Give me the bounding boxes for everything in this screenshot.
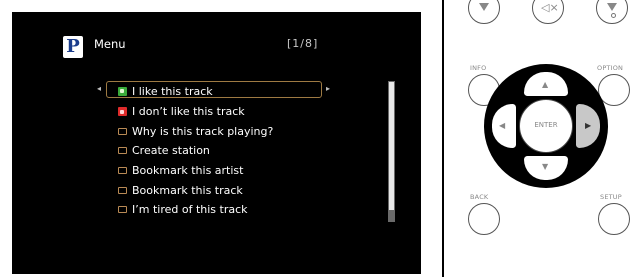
menu-item-icon	[118, 147, 127, 155]
menu-item-icon	[118, 186, 127, 194]
menu-item-label: Bookmark this track	[132, 183, 243, 197]
menu-item-label: Why is this track playing?	[132, 124, 274, 138]
nav-right-arrow-icon[interactable]: ▸	[326, 84, 330, 93]
mute-button[interactable]: ◁×	[532, 0, 564, 24]
dpad-left-button[interactable]: ◀	[492, 104, 516, 148]
menu-item-bookmark-artist[interactable]: Bookmark this artist	[118, 161, 273, 181]
right-arrow-icon: ▶	[585, 121, 592, 130]
down-triangle-icon	[607, 3, 617, 11]
thumbs-down-icon	[118, 107, 127, 117]
down-arrow-icon: ▼	[542, 162, 549, 171]
enter-button[interactable]: ENTER	[519, 99, 573, 153]
menu-list: I like this track I don’t like this trac…	[118, 82, 273, 220]
setup-label: SETUP	[600, 193, 622, 201]
page-indicator: [1/8]	[287, 37, 319, 50]
panel-divider	[442, 0, 444, 277]
back-label: BACK	[470, 193, 489, 201]
down-triangle-icon	[479, 3, 489, 11]
menu-item-bookmark-track[interactable]: Bookmark this track	[118, 180, 273, 200]
volume-down-button[interactable]	[596, 0, 628, 24]
channel-down-button[interactable]	[468, 0, 500, 24]
left-arrow-icon: ◀	[499, 121, 506, 130]
menu-item-label: Create station	[132, 144, 210, 158]
pandora-logo-icon: P	[63, 36, 83, 58]
menu-item-why-playing[interactable]: Why is this track playing?	[118, 121, 273, 141]
up-arrow-icon: ▲	[542, 80, 549, 89]
menu-item-label: Bookmark this artist	[132, 164, 244, 178]
back-button[interactable]	[468, 203, 500, 235]
menu-title: Menu	[94, 37, 126, 51]
menu-item-label: I like this track	[132, 85, 213, 99]
setup-button[interactable]	[598, 203, 630, 235]
menu-item-icon	[118, 127, 127, 135]
dot-icon	[611, 13, 616, 18]
menu-item-icon	[118, 206, 127, 214]
menu-item-icon	[118, 167, 127, 175]
dpad-down-button[interactable]: ▼	[524, 156, 568, 180]
remote-control: ◁× INFO OPTION ▲ ▼ ◀ ▶ ENTER BACK SETUP	[456, 0, 639, 277]
info-label: INFO	[470, 64, 487, 72]
option-label: OPTION	[597, 64, 624, 72]
thumbs-up-icon	[118, 87, 127, 97]
scrollbar[interactable]	[388, 81, 395, 222]
nav-left-arrow-icon[interactable]: ◂	[97, 84, 101, 93]
tv-screen: P Menu [1/8] ◂ ▸ I like this track I don…	[12, 12, 421, 274]
menu-item-like-track[interactable]: I like this track	[118, 82, 273, 102]
menu-item-create-station[interactable]: Create station	[118, 141, 273, 161]
dpad-right-button[interactable]: ▶	[576, 104, 600, 148]
dpad-up-button[interactable]: ▲	[524, 72, 568, 96]
mute-icon: ◁×	[541, 1, 559, 14]
scrollbar-thumb[interactable]	[389, 82, 394, 210]
menu-item-tired-of-track[interactable]: I’m tired of this track	[118, 200, 273, 220]
enter-label: ENTER	[534, 121, 558, 129]
dpad: ▲ ▼ ◀ ▶ ENTER	[484, 64, 608, 188]
menu-item-dislike-track[interactable]: I don’t like this track	[118, 102, 273, 122]
menu-item-label: I’m tired of this track	[132, 203, 248, 217]
menu-item-label: I don’t like this track	[132, 105, 245, 119]
